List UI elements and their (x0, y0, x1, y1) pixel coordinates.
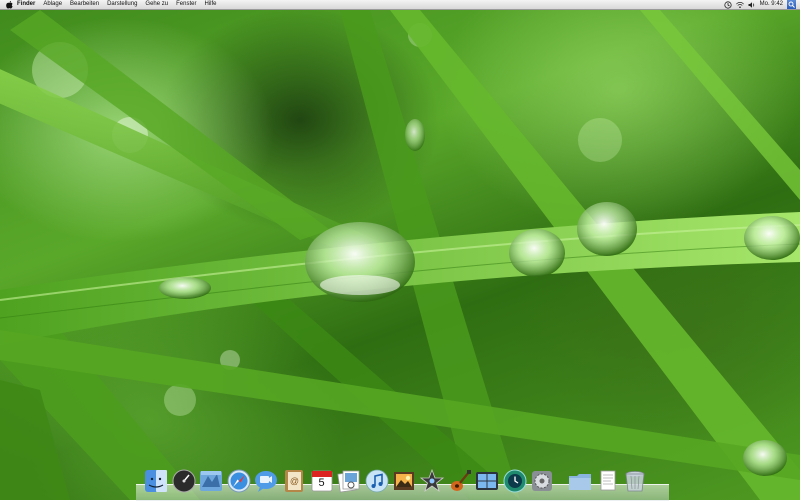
mail-icon[interactable] (198, 468, 224, 494)
finder-icon[interactable] (143, 468, 169, 494)
menu-bearbeiten[interactable]: Bearbeiten (66, 0, 103, 9)
menu-fenster[interactable]: Fenster (172, 0, 200, 9)
svg-text:@: @ (290, 476, 299, 486)
spaces-icon[interactable] (474, 468, 500, 494)
menu-extras: Mo. 9:42 (724, 0, 800, 9)
menu-hilfe[interactable]: Hilfe (200, 0, 220, 9)
documents-stack-icon[interactable] (595, 468, 621, 494)
menu-ablage[interactable]: Ablage (39, 0, 66, 9)
system-preferences-icon[interactable] (529, 468, 555, 494)
imovie-icon[interactable] (419, 468, 445, 494)
menu-darstellung[interactable]: Darstellung (103, 0, 141, 9)
dashboard-icon[interactable] (171, 468, 197, 494)
ical-icon[interactable]: 5 (309, 468, 335, 494)
apple-logo-icon[interactable] (5, 0, 13, 9)
safari-icon[interactable] (226, 468, 252, 494)
grass-wallpaper-graphic (0, 10, 800, 500)
itunes-icon[interactable] (364, 468, 390, 494)
dock: @ 5 (143, 462, 650, 494)
menu-finder[interactable]: Finder (13, 0, 39, 9)
preview-icon[interactable] (336, 468, 362, 494)
ichat-icon[interactable] (253, 468, 279, 494)
menu-clock[interactable]: Mo. 9:42 (760, 0, 783, 9)
desktop-wallpaper (0, 0, 800, 500)
iphoto-icon[interactable] (391, 468, 417, 494)
garageband-icon[interactable] (447, 468, 473, 494)
folder-stack-icon[interactable] (567, 468, 593, 494)
wifi-icon[interactable] (735, 1, 744, 9)
time-machine-icon[interactable] (724, 0, 732, 9)
trash-icon[interactable] (622, 468, 648, 494)
volume-icon[interactable] (748, 1, 756, 9)
time-machine-icon[interactable] (502, 468, 528, 494)
menu-items: Finder Ablage Bearbeiten Darstellung Geh… (13, 0, 220, 9)
address-book-icon[interactable]: @ (281, 468, 307, 494)
dock-separator (557, 468, 567, 494)
ical-date: 5 (318, 477, 325, 489)
menu-bar: Finder Ablage Bearbeiten Darstellung Geh… (0, 0, 800, 10)
spotlight-search-icon[interactable] (787, 0, 796, 9)
menu-gehe-zu[interactable]: Gehe zu (141, 0, 172, 9)
